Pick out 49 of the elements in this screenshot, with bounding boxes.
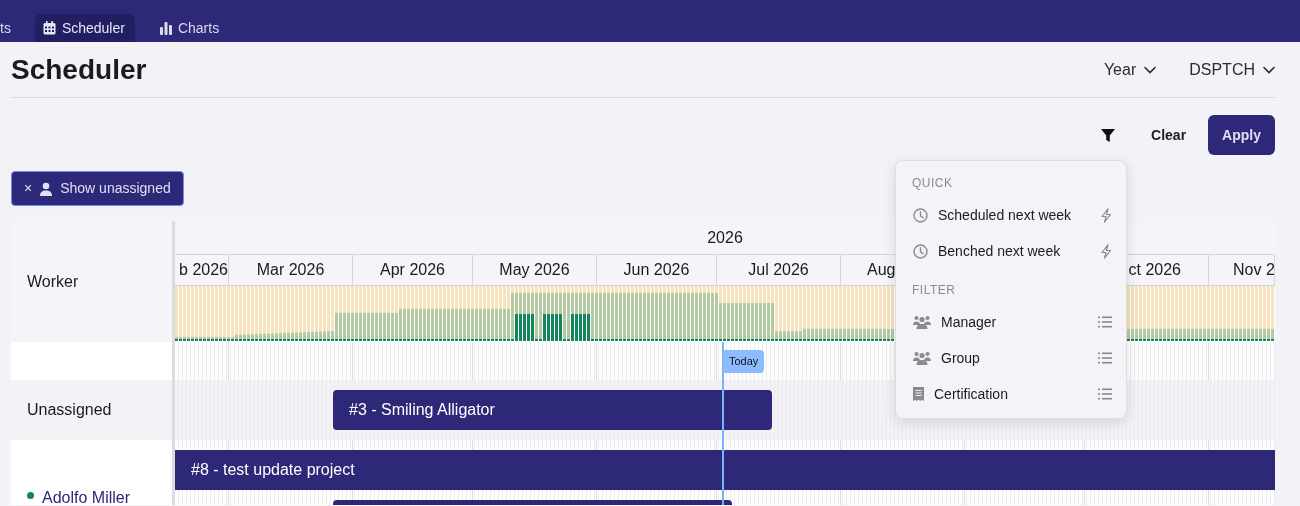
remove-button[interactable]: × (24, 178, 33, 199)
lightning-icon (1101, 243, 1112, 259)
dropdown-button[interactable]: Year (1103, 57, 1157, 82)
menu-item[interactable]: Scheduled next week (896, 197, 1126, 233)
month-label: ct 2026 (1128, 260, 1181, 280)
list-icon (1098, 352, 1112, 364)
section-heading: QUICK (911, 175, 954, 192)
menu-item[interactable]: Group (896, 340, 1126, 376)
list-icon (1098, 316, 1112, 328)
month-label: Aug (867, 260, 896, 280)
section-heading: FILTER (911, 282, 957, 299)
dropdown-button[interactable]: DSPTCH (1189, 57, 1275, 82)
manager-icon (913, 315, 931, 329)
month-label: Jul 2026 (748, 260, 809, 280)
task-bar[interactable]: #8 - test update project (175, 450, 1275, 490)
row-label: Adolfo Miller (42, 488, 131, 505)
menu-item[interactable]: Certification (896, 376, 1126, 412)
clock-icon (913, 243, 928, 259)
row-label: Unassigned (27, 400, 112, 420)
chevron-down-icon (1144, 65, 1157, 74)
lightning-icon (1101, 207, 1112, 223)
clear-button[interactable]: Clear (1145, 124, 1193, 146)
month-label: Nov 2 (1233, 260, 1274, 280)
month-label: Jun 2026 (623, 260, 690, 280)
chip-label: Show unassigned (60, 179, 171, 198)
today-marker: Today (723, 350, 765, 373)
bar-chart-icon (159, 21, 172, 35)
nav-tab[interactable]: Charts (146, 14, 230, 42)
filter-icon[interactable] (1101, 128, 1116, 142)
nav-tab[interactable]: ts (0, 14, 21, 42)
calendar-icon (42, 21, 56, 35)
column-header: Worker (11, 221, 172, 342)
apply-button[interactable]: Apply (1208, 115, 1275, 155)
nav-tab[interactable]: Scheduler (34, 14, 135, 42)
menu-item[interactable]: Manager (896, 304, 1126, 340)
chevron-down-icon (1263, 65, 1275, 74)
group-icon (913, 351, 931, 365)
year-label: 2026 (707, 227, 743, 248)
person-icon (40, 181, 53, 196)
month-label: Apr 2026 (380, 260, 445, 280)
list-icon (1098, 388, 1112, 400)
document-icon (913, 387, 924, 401)
menu-item[interactable]: Benched next week (896, 233, 1126, 269)
month-label: Mar 2026 (256, 260, 325, 280)
month-label: b 2026 (179, 260, 228, 280)
page-title: Scheduler (11, 52, 147, 87)
month-label: May 2026 (499, 260, 570, 280)
clock-icon (913, 207, 928, 223)
task-bar[interactable]: #3 - Smiling Alligator (333, 390, 772, 430)
